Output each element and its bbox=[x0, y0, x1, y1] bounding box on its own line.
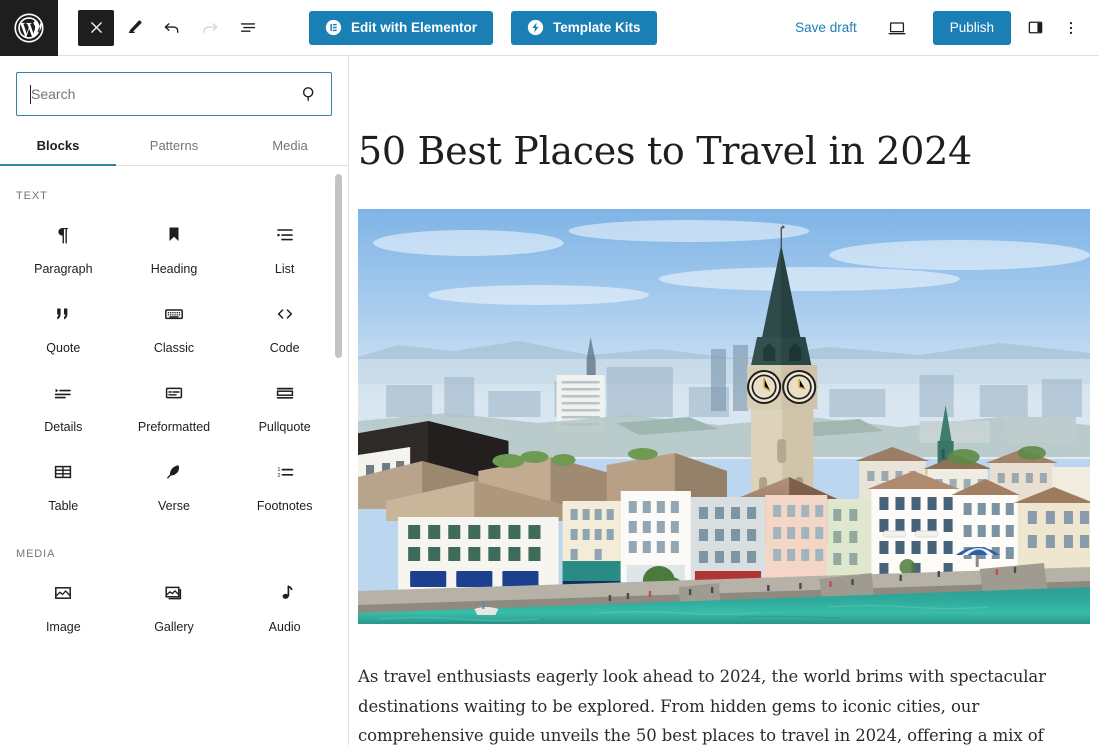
post-body-paragraph[interactable]: As travel enthusiasts eagerly look ahead… bbox=[350, 640, 1099, 745]
block-item-pullquote[interactable]: Pullquote bbox=[229, 366, 340, 445]
section-label-media: MEDIA bbox=[16, 548, 56, 560]
edit-with-elementor-button[interactable]: Edit with Elementor bbox=[309, 10, 494, 45]
block-inserter-panel: Blocks Patterns Media TEXT ¶ Paragraph bbox=[0, 56, 349, 745]
search-input[interactable] bbox=[17, 73, 331, 115]
block-item-code[interactable]: Code bbox=[229, 287, 340, 366]
block-label: Image bbox=[45, 620, 81, 634]
feather-quill-icon bbox=[162, 459, 186, 485]
block-item-heading[interactable]: Heading bbox=[119, 208, 230, 287]
block-label: List bbox=[274, 262, 295, 276]
template-kits-label: Template Kits bbox=[553, 20, 641, 35]
toolbar-left-icon-group bbox=[78, 9, 266, 46]
search-icon[interactable] bbox=[295, 80, 323, 108]
search-section bbox=[0, 56, 348, 116]
block-label: Paragraph bbox=[34, 262, 93, 276]
editor-canvas: 50 Best Places to Travel in 2024 As trav… bbox=[350, 56, 1099, 745]
block-grid-media: Image Gallery Audio bbox=[0, 566, 348, 645]
tools-pencil-button[interactable] bbox=[116, 10, 152, 46]
block-label: Preformatted bbox=[137, 420, 211, 434]
block-item-classic[interactable]: Classic bbox=[119, 287, 230, 366]
block-label: Verse bbox=[158, 499, 190, 513]
details-lines-icon bbox=[51, 380, 75, 406]
quotation-marks-icon bbox=[51, 301, 75, 327]
svg-text:2: 2 bbox=[277, 473, 280, 479]
tab-media[interactable]: Media bbox=[232, 128, 348, 165]
block-label: Details bbox=[44, 420, 83, 434]
tab-patterns[interactable]: Patterns bbox=[116, 128, 232, 165]
block-item-image[interactable]: Image bbox=[8, 566, 119, 645]
block-label: Audio bbox=[268, 620, 301, 634]
sidebar-panel-icon bbox=[1025, 17, 1046, 38]
desktop-preview-icon bbox=[886, 17, 908, 39]
block-item-gallery[interactable]: Gallery bbox=[119, 566, 230, 645]
image-icon bbox=[51, 580, 75, 606]
block-label: Gallery bbox=[154, 620, 194, 634]
text-caret bbox=[30, 85, 31, 104]
close-inserter-button[interactable] bbox=[78, 9, 114, 46]
block-label: Pullquote bbox=[258, 420, 311, 434]
section-label-text: TEXT bbox=[16, 190, 48, 202]
block-item-quote[interactable]: Quote bbox=[8, 287, 119, 366]
svg-text:¶: ¶ bbox=[57, 225, 69, 247]
save-draft-button[interactable]: Save draft bbox=[795, 20, 857, 35]
undo-button[interactable] bbox=[154, 10, 190, 46]
block-label: Code bbox=[269, 341, 300, 355]
numbered-list-icon: 1 2 bbox=[273, 459, 297, 485]
block-label: Quote bbox=[46, 341, 81, 355]
three-dots-vertical-icon bbox=[1061, 18, 1081, 38]
block-label: Footnotes bbox=[256, 499, 313, 513]
block-item-footnotes[interactable]: 1 2 Footnotes bbox=[229, 445, 340, 524]
block-item-audio[interactable]: Audio bbox=[229, 566, 340, 645]
edit-with-elementor-label: Edit with Elementor bbox=[351, 20, 478, 35]
wordpress-logo-icon[interactable] bbox=[0, 0, 58, 56]
block-item-details[interactable]: Details bbox=[8, 366, 119, 445]
inserter-tabs: Blocks Patterns Media bbox=[0, 128, 348, 166]
bookmark-heading-icon bbox=[162, 222, 186, 248]
bullet-list-icon bbox=[273, 222, 297, 248]
preview-button[interactable] bbox=[879, 10, 915, 46]
pilcrow-icon: ¶ bbox=[51, 222, 75, 248]
block-item-preformatted[interactable]: Preformatted bbox=[119, 366, 230, 445]
block-grid-text: ¶ Paragraph Heading List Quote Classic C… bbox=[0, 208, 348, 524]
inserter-scrollbar[interactable] bbox=[335, 174, 342, 358]
document-overview-button[interactable] bbox=[230, 10, 266, 46]
tab-blocks[interactable]: Blocks bbox=[0, 128, 116, 166]
block-label: Classic bbox=[153, 341, 195, 355]
template-kits-button[interactable]: Template Kits bbox=[511, 10, 657, 45]
publish-button[interactable]: Publish bbox=[932, 10, 1011, 45]
block-label: Heading bbox=[150, 262, 198, 276]
redo-button[interactable] bbox=[192, 10, 228, 46]
page-title[interactable]: 50 Best Places to Travel in 2024 bbox=[350, 56, 1099, 173]
keyboard-icon bbox=[162, 301, 186, 327]
search-box[interactable] bbox=[16, 72, 332, 116]
block-list-scroll-area: TEXT ¶ Paragraph Heading List Quote Clas… bbox=[0, 166, 348, 702]
block-item-list[interactable]: List bbox=[229, 208, 340, 287]
featured-image-zurich-cityscape[interactable] bbox=[358, 208, 1090, 624]
block-label: Table bbox=[48, 499, 79, 513]
settings-sidebar-button[interactable] bbox=[1017, 10, 1053, 46]
block-item-paragraph[interactable]: ¶ Paragraph bbox=[8, 208, 119, 287]
elementor-icon bbox=[325, 19, 342, 36]
lightning-bolt-icon bbox=[527, 19, 544, 36]
more-options-button[interactable] bbox=[1053, 10, 1089, 46]
music-note-icon bbox=[273, 580, 297, 606]
preformatted-box-icon bbox=[162, 380, 186, 406]
gallery-stack-icon bbox=[162, 580, 186, 606]
table-grid-icon bbox=[51, 459, 75, 485]
block-item-verse[interactable]: Verse bbox=[119, 445, 230, 524]
angle-brackets-icon bbox=[273, 301, 297, 327]
inserter-scrollbar-track bbox=[335, 166, 345, 702]
block-item-table[interactable]: Table bbox=[8, 445, 119, 524]
editor-top-toolbar: Edit with Elementor Template Kits Save d… bbox=[0, 0, 1099, 56]
pullquote-bars-icon bbox=[273, 380, 297, 406]
